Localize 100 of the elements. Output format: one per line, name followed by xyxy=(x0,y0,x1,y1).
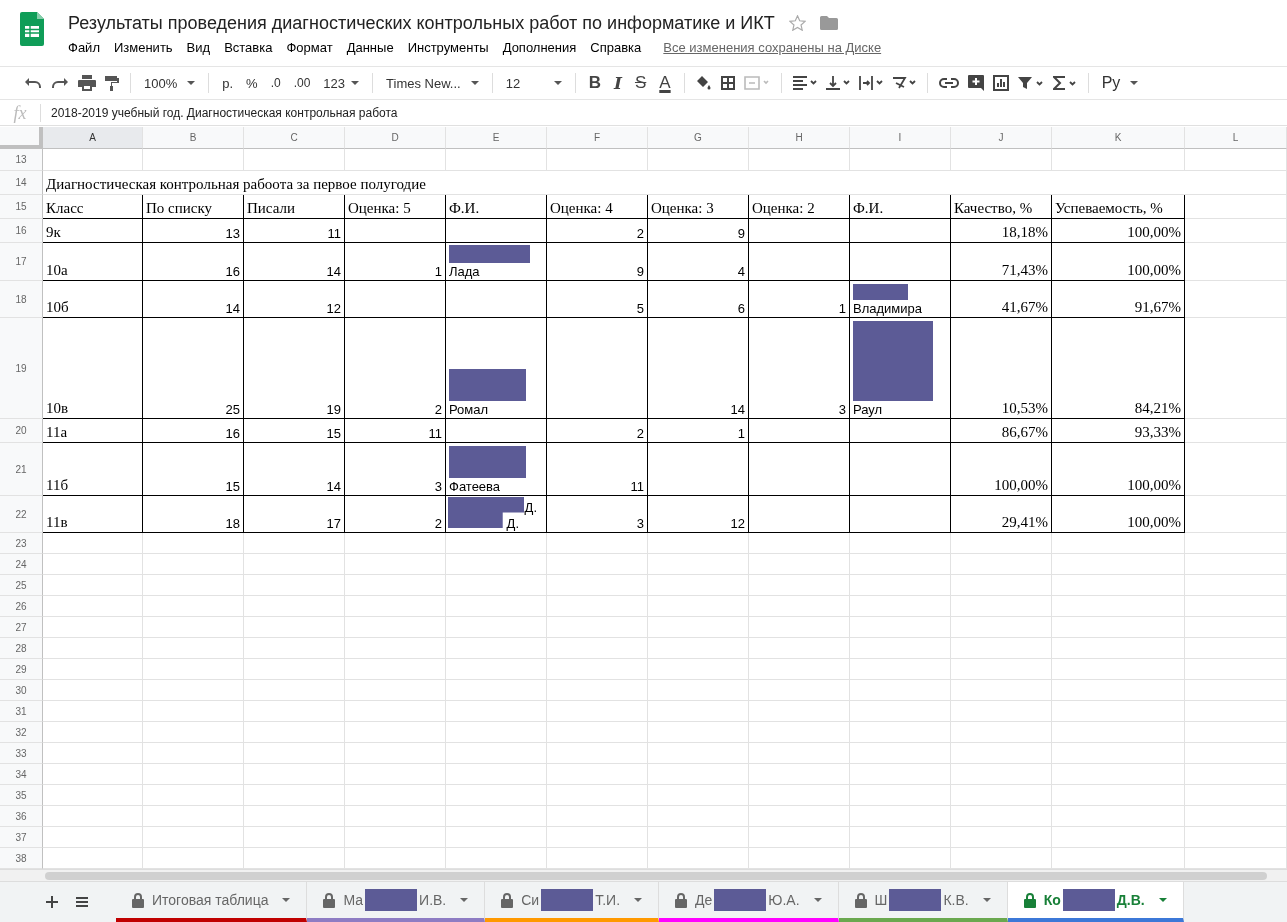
row-header[interactable]: 22 xyxy=(0,496,43,533)
column-header[interactable]: A xyxy=(43,127,143,149)
print-icon[interactable] xyxy=(78,75,96,91)
table-cell: 10в xyxy=(43,318,143,419)
filter-icon[interactable] xyxy=(1017,76,1044,90)
undo-icon[interactable] xyxy=(24,77,42,89)
row-header[interactable]: 25 xyxy=(0,575,43,596)
table-cell: 11 xyxy=(345,419,446,443)
caret-icon[interactable] xyxy=(1158,898,1167,902)
menu-item[interactable]: Изменить xyxy=(113,40,173,55)
menu-item[interactable]: Формат xyxy=(286,40,333,55)
column-header[interactable]: F xyxy=(547,127,648,149)
add-sheet-icon[interactable] xyxy=(46,896,58,908)
align-left-icon[interactable] xyxy=(792,76,817,90)
font-dropdown[interactable]: Times New... xyxy=(384,75,481,91)
vertical-align-icon[interactable] xyxy=(825,76,850,90)
sheets-logo-icon[interactable] xyxy=(20,12,44,46)
text-color-button[interactable]: A xyxy=(657,73,673,93)
row-header[interactable]: 29 xyxy=(0,659,43,680)
row-header[interactable]: 31 xyxy=(0,701,43,722)
formula-field[interactable]: 2018-2019 учебный год. Диагностическая контрольная работа xyxy=(51,106,398,120)
menu-item[interactable]: Инструменты xyxy=(407,40,489,55)
caret-icon[interactable] xyxy=(982,898,991,902)
menu-item[interactable]: Вставка xyxy=(224,40,273,55)
strikethrough-button[interactable]: S xyxy=(632,73,649,93)
row-header[interactable]: 28 xyxy=(0,638,43,659)
add-comment-icon[interactable] xyxy=(967,75,984,91)
folder-icon[interactable] xyxy=(819,16,838,30)
caret-icon xyxy=(553,81,562,85)
currency-button[interactable]: р. xyxy=(220,75,236,91)
sheet-tab-label: Си xyxy=(521,892,540,908)
fill-color-icon[interactable] xyxy=(695,75,712,91)
column-header[interactable]: J xyxy=(951,127,1052,149)
sheet-tab[interactable]: Итоговая таблица xyxy=(116,882,308,922)
font-size-dropdown[interactable]: 12 xyxy=(503,75,564,91)
row-header[interactable]: 24 xyxy=(0,554,43,575)
horizontal-scrollbar[interactable] xyxy=(45,872,1267,880)
column-header[interactable]: I xyxy=(850,127,951,149)
column-header[interactable]: K xyxy=(1052,127,1185,149)
borders-icon[interactable] xyxy=(720,76,735,90)
document-title[interactable]: Результаты проведения диагностических контрольных работ по информатике и ИКТ xyxy=(68,12,775,34)
menu-item[interactable]: Вид xyxy=(186,40,211,55)
menu-item[interactable]: Дополнения xyxy=(502,40,577,55)
redo-icon[interactable] xyxy=(51,77,69,89)
row-header[interactable]: 23 xyxy=(0,533,43,554)
column-header[interactable]: B xyxy=(143,127,244,149)
caret-icon[interactable] xyxy=(634,898,643,902)
caret-icon[interactable] xyxy=(282,898,291,902)
menu-item[interactable]: Справка xyxy=(590,40,642,55)
percent-button[interactable]: % xyxy=(244,75,260,91)
caret-icon[interactable] xyxy=(460,898,469,902)
italic-button[interactable]: I xyxy=(612,73,624,93)
row-header[interactable]: 33 xyxy=(0,743,43,764)
sheet-tab[interactable]: Де Ю.А. xyxy=(659,882,839,922)
column-header[interactable]: H xyxy=(749,127,850,149)
menu-item[interactable]: Файл xyxy=(68,40,100,55)
row-header[interactable]: 14 xyxy=(0,171,43,195)
increase-decimal-button[interactable]: .00 xyxy=(291,76,313,90)
row-header[interactable]: 19 xyxy=(0,318,43,419)
row-header[interactable]: 17 xyxy=(0,243,43,281)
column-header[interactable]: G xyxy=(648,127,749,149)
column-header[interactable]: E xyxy=(446,127,547,149)
menu-item[interactable]: Данные xyxy=(346,40,394,55)
row-header[interactable]: 18 xyxy=(0,281,43,318)
row-header[interactable]: 26 xyxy=(0,596,43,617)
row-header[interactable]: 36 xyxy=(0,806,43,827)
chart-icon[interactable] xyxy=(992,75,1009,91)
all-sheets-menu-icon[interactable] xyxy=(76,897,88,907)
text-wrap-icon[interactable] xyxy=(858,76,883,90)
decrease-decimal-button[interactable]: .0 xyxy=(268,76,283,90)
bold-button[interactable]: B xyxy=(586,73,603,93)
row-header[interactable]: 27 xyxy=(0,617,43,638)
save-status-link[interactable]: Все изменения сохранены на Диске xyxy=(663,40,882,55)
number-format-dropdown[interactable]: 123 xyxy=(321,75,362,91)
sheet-tab[interactable]: Ш К.В. xyxy=(838,882,1008,922)
input-tools-dropdown[interactable]: Ру xyxy=(1099,74,1141,92)
text-rotation-icon[interactable] xyxy=(891,76,916,90)
row-header[interactable]: 13 xyxy=(0,149,43,171)
column-header[interactable]: L xyxy=(1185,127,1287,149)
row-header[interactable]: 15 xyxy=(0,195,43,219)
caret-icon[interactable] xyxy=(813,898,822,902)
zoom-dropdown[interactable]: 100% xyxy=(142,75,198,91)
row-header[interactable]: 37 xyxy=(0,827,43,848)
row-header[interactable]: 30 xyxy=(0,680,43,701)
row-header[interactable]: 35 xyxy=(0,785,43,806)
link-icon[interactable] xyxy=(938,78,959,88)
row-header[interactable]: 38 xyxy=(0,848,43,869)
row-header[interactable]: 20 xyxy=(0,419,43,443)
column-header[interactable]: D xyxy=(345,127,446,149)
column-header[interactable]: C xyxy=(244,127,345,149)
row-header[interactable]: 34 xyxy=(0,764,43,785)
paint-format-icon[interactable] xyxy=(105,75,119,91)
row-header[interactable]: 16 xyxy=(0,219,43,243)
functions-icon[interactable] xyxy=(1052,76,1077,90)
sheet-tab[interactable]: Си Т.И. xyxy=(485,882,660,922)
row-header[interactable]: 21 xyxy=(0,443,43,496)
row-header[interactable]: 32 xyxy=(0,722,43,743)
sheet-tab[interactable]: Ма И.В. xyxy=(307,882,486,922)
sheet-tab[interactable]: Ко Д.В. xyxy=(1007,882,1184,922)
star-icon[interactable] xyxy=(788,15,806,31)
